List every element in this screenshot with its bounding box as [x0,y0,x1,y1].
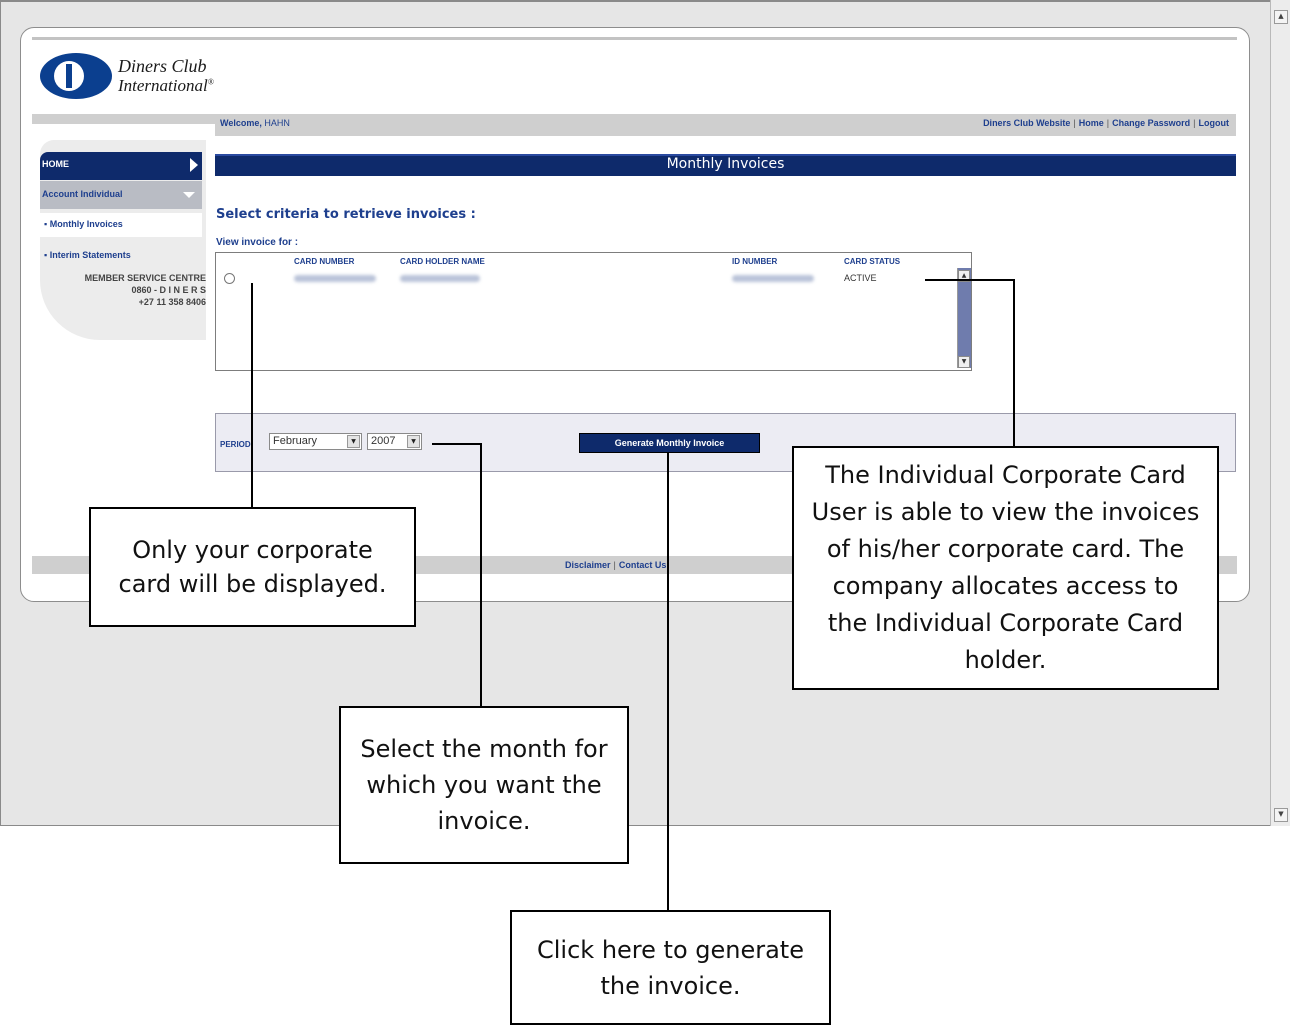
column-header-card-number: CARD NUMBER [294,257,355,266]
home-link[interactable]: Home [1079,118,1104,128]
service-centre-title: MEMBER SERVICE CENTRE [84,273,206,283]
scroll-down-icon[interactable]: ▼ [1274,808,1288,822]
card-number-redacted [294,275,376,282]
callout-generate: Click here to generate the invoice. [510,910,831,1025]
sidebar-item-monthly-invoices-label[interactable]: ▪ Monthly Invoices [44,219,123,229]
callout-line-generate [667,453,669,912]
diners-club-website-link[interactable]: Diners Club Website [983,118,1070,128]
column-header-id-number: ID NUMBER [732,257,778,266]
criteria-heading: Select criteria to retrieve invoices : [216,207,476,222]
triangle-right-icon [190,158,198,172]
card-status-value: ACTIVE [844,273,877,283]
disclaimer-link[interactable]: Disclaimer [565,560,611,570]
top-divider [32,37,1237,40]
card-select-radio[interactable] [224,273,235,284]
scroll-up-icon[interactable]: ▲ [1274,10,1288,24]
callout-line-month-h [432,443,482,445]
view-invoice-label: View invoice for : [216,237,299,248]
column-header-card-holder-name: CARD HOLDER NAME [400,257,485,266]
page-scrollbar[interactable]: ▲ ▼ [1270,0,1290,826]
column-header-card-status: CARD STATUS [844,257,901,266]
service-phone-1: 0860 - D I N E R S [131,285,206,295]
footer-links: Disclaimer | Contact Us [565,560,667,570]
card-table [215,252,972,371]
logo-text-line1: Diners Club [118,56,207,76]
chevron-down-icon [183,192,195,198]
callout-line-month-v [480,443,482,707]
callout-card-display: Only your corporate card will be display… [89,507,416,627]
callout-line-status-h [925,279,1015,281]
callout-select-month: Select the month for which you want the … [339,706,629,864]
header-strip-left [32,114,215,124]
table-scrollbar[interactable] [957,268,971,368]
welcome-message: Welcome, HAHN [220,118,290,128]
month-select[interactable]: February ▼ [269,433,362,450]
callout-line-card [251,283,253,509]
page-title: Monthly Invoices [666,156,785,172]
sidebar-item-home-label[interactable]: HOME [42,159,69,169]
logout-link[interactable]: Logout [1199,118,1230,128]
logo-bar [66,64,72,88]
chevron-down-icon[interactable]: ▼ [347,435,360,448]
service-phone-2: +27 11 358 8406 [138,297,206,307]
period-label: PERIOD: [220,440,254,449]
contact-us-link[interactable]: Contact Us [619,560,667,570]
year-select[interactable]: 2007 ▼ [367,433,422,450]
change-password-link[interactable]: Change Password [1112,118,1190,128]
logo-text-line2: International® [118,76,214,95]
generate-monthly-invoice-button[interactable]: Generate Monthly Invoice [579,433,760,453]
sidebar-item-interim-statements[interactable]: ▪ Interim Statements [44,250,131,260]
sidebar-section-label[interactable]: Account Individual [42,189,123,199]
table-scroll-down-icon[interactable]: ▼ [958,356,970,368]
callout-line-status-v [1013,279,1015,447]
card-holder-redacted [400,275,480,282]
top-nav-links: Diners Club Website | Home | Change Password… [983,118,1229,128]
id-number-redacted [732,275,814,282]
user-name: HAHN [264,118,290,128]
chevron-down-icon[interactable]: ▼ [407,435,420,448]
callout-individual-corporate: The Individual Corporate Card User is ab… [792,446,1219,690]
member-service-centre: MEMBER SERVICE CENTRE 0860 - D I N E R S… [44,272,206,308]
